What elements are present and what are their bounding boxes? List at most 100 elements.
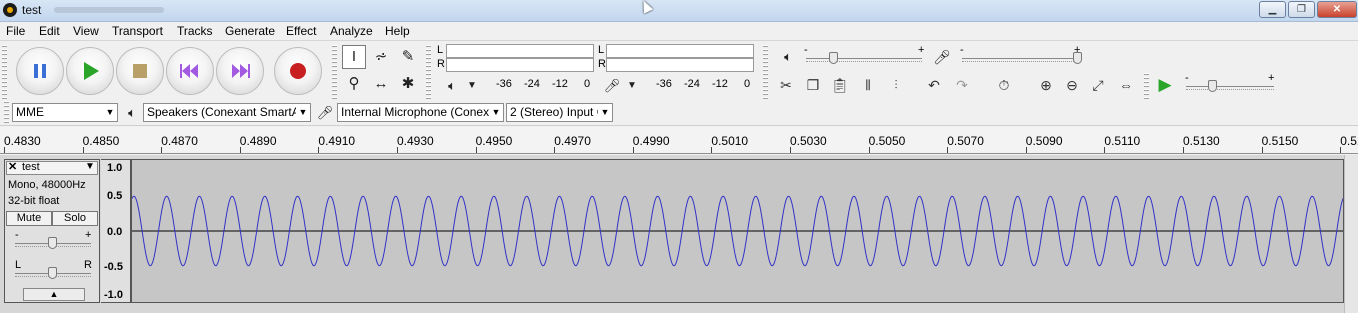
minimize-button[interactable]: ▁ <box>1259 1 1286 18</box>
maximize-button[interactable]: ❐ <box>1288 1 1315 18</box>
vertical-scrollbar[interactable] <box>1344 155 1358 313</box>
collapse-track-icon[interactable]: ▲ <box>23 288 85 301</box>
undo-icon[interactable]: ↶ <box>922 75 946 95</box>
input-channels-select[interactable]: 2 (Stereo) Input C ▼ <box>506 103 613 122</box>
input-volume-slider[interactable] <box>962 58 1078 62</box>
output-device-icon: 🔈︎ <box>128 105 136 120</box>
menu-edit[interactable]: Edit <box>39 24 60 38</box>
record-button[interactable] <box>274 47 322 95</box>
playback-meter-menu-icon[interactable]: ▼ <box>460 74 484 98</box>
play-speed-thumb[interactable] <box>1208 80 1217 92</box>
solo-button[interactable]: Solo <box>52 211 98 226</box>
meter-toolbar-grip[interactable] <box>426 45 431 99</box>
transport-toolbar-grip[interactable] <box>2 45 7 99</box>
skip-to-start-button[interactable] <box>166 47 214 95</box>
ruler-tick <box>1025 147 1027 153</box>
paste-icon[interactable]: 📋︎ <box>828 75 852 95</box>
copy-icon[interactable]: ❐ <box>801 75 825 95</box>
meter-tick: 0 <box>744 78 751 90</box>
record-meter-right-label: R <box>598 58 606 70</box>
input-device-select[interactable]: Internal Microphone (Conexan ▼ <box>337 103 504 122</box>
input-volume-thumb[interactable] <box>1073 52 1082 64</box>
mute-button[interactable]: Mute <box>6 211 52 226</box>
time-shift-tool-icon[interactable]: ↔ <box>369 72 393 96</box>
scale-label: 1.0 <box>107 162 123 174</box>
cut-icon[interactable]: ✂ <box>774 75 798 95</box>
zoom-out-icon[interactable]: ⊖ <box>1060 75 1084 95</box>
input-channels-value: 2 (Stereo) Input C <box>510 105 606 119</box>
chevron-down-icon: ▼ <box>598 104 612 121</box>
ruler-label: 0.4990 <box>632 134 670 148</box>
output-device-select[interactable]: Speakers (Conexant SmartAuc ▼ <box>143 103 311 122</box>
ruler-tick <box>632 147 634 153</box>
close-track-icon[interactable]: ✕ <box>8 160 17 173</box>
scale-label: 0.0 <box>107 226 123 238</box>
mixer-toolbar-grip[interactable] <box>763 45 768 71</box>
track-control-panel[interactable]: ✕ test ▼ Mono, 48000Hz 32-bit float Mute… <box>4 159 100 303</box>
title-bar: test ▁ ❐ ✕ <box>0 0 1358 22</box>
fit-selection-icon[interactable]: ⤢ <box>1086 75 1110 95</box>
playback-meter-left[interactable] <box>446 44 594 58</box>
close-window-button[interactable]: ✕ <box>1317 1 1357 18</box>
pan-slider-thumb[interactable] <box>48 267 57 279</box>
record-meter-left[interactable] <box>606 44 754 58</box>
track-bit-depth: 32-bit float <box>8 195 60 207</box>
timeline-ruler[interactable]: 0.4830 0.4850 0.4870 0.4890 0.4910 0.4930 0.49… <box>0 127 1358 154</box>
sync-lock-icon[interactable]: ⏱︎ <box>992 75 1016 95</box>
waveform-display[interactable] <box>131 159 1344 303</box>
meter-tick: -24 <box>524 78 540 90</box>
silence-audio-icon[interactable]: ⫶ <box>884 75 908 95</box>
gain-slider-thumb[interactable] <box>48 237 57 249</box>
device-toolbar-grip[interactable] <box>4 101 9 123</box>
menu-transport[interactable]: Transport <box>112 24 163 38</box>
audio-host-select[interactable]: MME ▼ <box>12 103 118 122</box>
ruler-tick <box>475 147 477 153</box>
pause-button[interactable] <box>16 47 64 95</box>
play-button[interactable] <box>66 47 114 95</box>
record-meter-right[interactable] <box>606 58 754 72</box>
vertical-scale[interactable]: 1.0 0.5 0.0 -0.5 -1.0 <box>101 159 131 303</box>
record-meter-menu-icon[interactable]: ▼ <box>620 74 644 98</box>
ruler-label: 0.4930 <box>397 134 434 148</box>
ruler-tick <box>1340 147 1342 153</box>
play-at-speed-icon[interactable]: ▶ <box>1153 75 1177 95</box>
skip-to-start-icon <box>180 64 198 78</box>
stop-button[interactable] <box>116 47 164 95</box>
stop-icon <box>133 64 147 78</box>
play-speed-slider[interactable] <box>1186 86 1274 90</box>
menu-generate[interactable]: Generate <box>225 24 275 38</box>
ruler-label: 0.5150 <box>1261 134 1299 148</box>
edit-toolbar-grip[interactable] <box>763 73 768 99</box>
ruler-label: 0.5010 <box>711 134 749 148</box>
menu-tracks[interactable]: Tracks <box>177 24 213 38</box>
ruler-label: 0.5070 <box>947 134 984 148</box>
skip-to-end-button[interactable] <box>216 47 264 95</box>
gain-max-label: + <box>85 229 92 241</box>
ruler-label: 0.5130 <box>1183 134 1220 148</box>
zoom-tool-icon[interactable]: ⚲ <box>342 72 366 96</box>
track-menu-chevron-icon[interactable]: ▼ <box>85 161 95 172</box>
playback-meter-right[interactable] <box>446 58 594 72</box>
tools-toolbar-grip[interactable] <box>332 45 337 99</box>
menu-help[interactable]: Help <box>385 24 410 38</box>
draw-tool-icon[interactable]: ✎ <box>396 45 420 69</box>
menu-effect[interactable]: Effect <box>286 24 316 38</box>
speed-slider-min: - <box>1185 72 1189 84</box>
play-at-speed-grip[interactable] <box>1144 73 1149 99</box>
output-volume-thumb[interactable] <box>829 52 838 64</box>
menu-analyze[interactable]: Analyze <box>330 24 373 38</box>
fit-project-icon[interactable]: ⇔ <box>1114 75 1138 95</box>
track-name[interactable]: test <box>22 161 40 173</box>
multi-tool-icon[interactable]: ✱ <box>396 72 420 96</box>
menu-bar: File Edit View Transport Tracks Generate… <box>0 22 1358 41</box>
ruler-label: 0.4850 <box>82 134 120 148</box>
trim-audio-icon[interactable]: ⫼ <box>856 75 880 95</box>
redo-icon[interactable]: ↷ <box>950 75 974 95</box>
selection-tool-icon[interactable]: I <box>342 45 366 69</box>
menu-file[interactable]: File <box>6 24 25 38</box>
zoom-in-icon[interactable]: ⊕ <box>1034 75 1058 95</box>
menu-view[interactable]: View <box>73 24 99 38</box>
output-volume-slider[interactable] <box>806 58 922 62</box>
blurred-title-suffix <box>54 7 164 13</box>
envelope-tool-icon[interactable]: ⩫ <box>369 45 393 69</box>
